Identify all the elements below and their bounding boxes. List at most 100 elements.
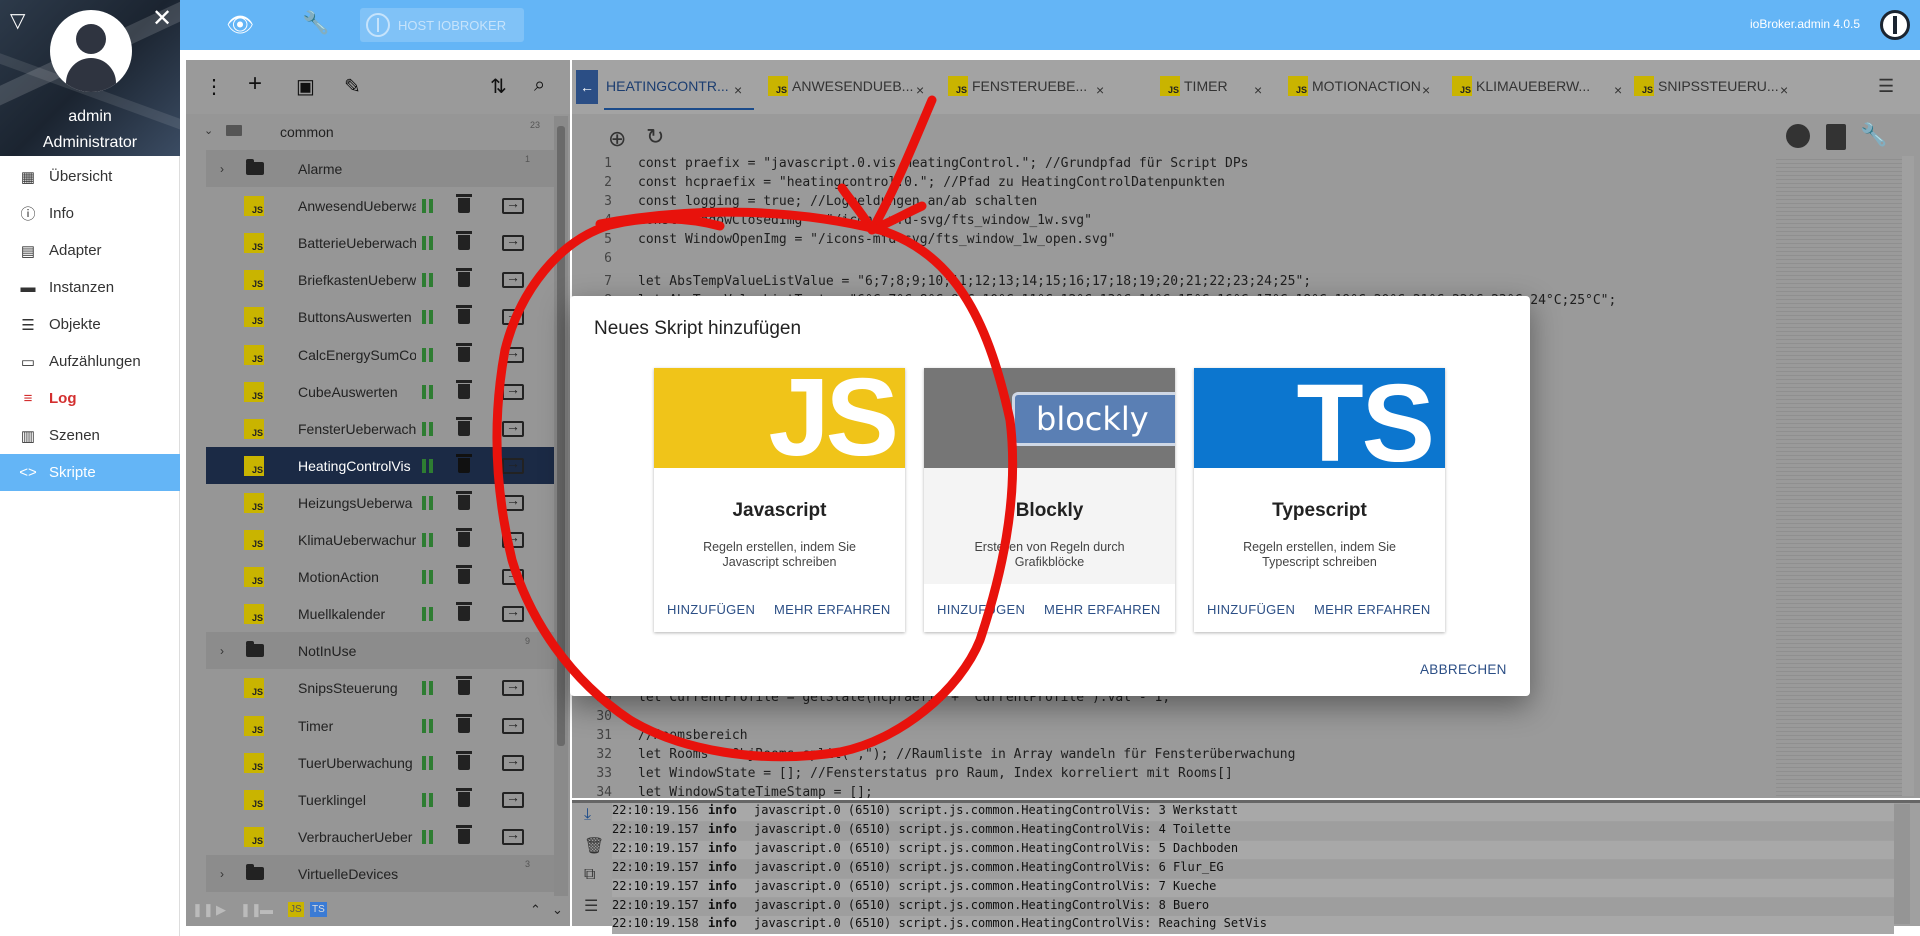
delete-icon[interactable]: [456, 380, 472, 399]
editor-tab[interactable]: HEATINGCONTR...: [606, 74, 729, 98]
tree-script-item[interactable]: JS TuerUberwachung: [206, 744, 554, 781]
editor-tab[interactable]: JS FENSTERUEBE...: [948, 74, 1087, 98]
delete-icon[interactable]: [456, 491, 472, 510]
reload-icon[interactable]: ↻: [646, 124, 664, 150]
tree-scrollbar[interactable]: [554, 116, 568, 896]
pause-script-icon[interactable]: [422, 792, 434, 807]
export-icon[interactable]: [502, 826, 524, 845]
export-icon[interactable]: [502, 418, 524, 437]
delete-icon[interactable]: [456, 602, 472, 621]
editor-tab[interactable]: JS SNIPSSTEUERU...: [1634, 74, 1779, 98]
export-icon[interactable]: [502, 715, 524, 734]
pause-script-icon[interactable]: [422, 718, 434, 733]
delete-icon[interactable]: 🗑: [584, 836, 604, 856]
pause-icon[interactable]: ❚❚: [192, 902, 214, 918]
tree-folder[interactable]: › Alarme 1: [206, 150, 554, 187]
clipboard-icon[interactable]: [1826, 124, 1846, 150]
delete-icon[interactable]: [456, 343, 472, 362]
add-typescript-button[interactable]: HINZUFÜGEN: [1207, 602, 1295, 617]
nav-item-objects[interactable]: ☰ Objekte: [0, 306, 180, 343]
tree-folder[interactable]: › NotInUse 9: [206, 632, 554, 669]
copy-icon[interactable]: ⧉: [584, 866, 595, 884]
tree-script-item[interactable]: JS VerbraucherUeber: [206, 818, 554, 855]
tree-script-item[interactable]: JS BatterieUeberwach: [206, 224, 554, 261]
scroll-down-icon[interactable]: ⤓: [584, 806, 591, 824]
pause-script-icon[interactable]: [422, 272, 434, 287]
ts-filter-badge[interactable]: TS: [310, 902, 327, 917]
export-icon[interactable]: [502, 529, 524, 548]
delete-icon[interactable]: [456, 454, 472, 473]
pause-script-icon[interactable]: [422, 569, 434, 584]
pause-script-icon[interactable]: [422, 680, 434, 695]
delete-icon[interactable]: [456, 714, 472, 733]
wrench-icon[interactable]: 🔧: [1860, 122, 1887, 148]
pause-script-icon[interactable]: [422, 755, 434, 770]
close-tab-icon[interactable]: ×: [1780, 78, 1788, 102]
close-drawer-icon[interactable]: ✕: [152, 4, 172, 33]
log-scrollbar[interactable]: [1894, 804, 1910, 924]
export-icon[interactable]: [502, 752, 524, 771]
editor-tab[interactable]: JS ANWESENDUEB...: [768, 74, 913, 98]
export-icon[interactable]: [502, 677, 524, 696]
eye-icon[interactable]: 👁: [226, 12, 254, 38]
pause-script-icon[interactable]: [422, 235, 434, 250]
tree-script-item[interactable]: JS KlimaUeberwachur: [206, 521, 554, 558]
editor-tab[interactable]: JS MOTIONACTION: [1288, 74, 1421, 98]
close-tab-icon[interactable]: ×: [734, 78, 742, 102]
delete-icon[interactable]: [456, 417, 472, 436]
tree-script-item[interactable]: JS MotionAction: [206, 558, 554, 595]
pause-script-icon[interactable]: [422, 198, 434, 213]
add-javascript-button[interactable]: HINZUFÜGEN: [667, 602, 755, 617]
wrench-icon[interactable]: 🔧: [302, 10, 329, 36]
pause-script-icon[interactable]: [422, 384, 434, 399]
delete-icon[interactable]: [456, 231, 472, 250]
pause-icon[interactable]: ❚❚: [240, 902, 262, 918]
editor-scrollbar[interactable]: [1902, 156, 1914, 796]
tree-root-common[interactable]: ⌄ common 23: [200, 116, 554, 148]
delete-icon[interactable]: [456, 305, 472, 324]
add-icon[interactable]: +: [248, 70, 262, 98]
delete-icon[interactable]: [456, 788, 472, 807]
editor-tab[interactable]: JS KLIMAUEBERW...: [1452, 74, 1590, 98]
js-filter-badge[interactable]: JS: [288, 902, 304, 917]
export-icon[interactable]: [502, 381, 524, 400]
add-blockly-button[interactable]: HINZUFÜGEN: [937, 602, 1025, 617]
close-tab-icon[interactable]: ×: [1254, 78, 1262, 102]
pause-script-icon[interactable]: [422, 606, 434, 621]
delete-icon[interactable]: [456, 751, 472, 770]
pause-script-icon[interactable]: [422, 458, 434, 473]
pause-script-icon[interactable]: [422, 309, 434, 324]
host-selector[interactable]: HOST IOBROKER: [360, 8, 524, 42]
nav-item-info[interactable]: ⓘ Info: [0, 195, 180, 232]
expand-icon[interactable]: ⌄: [552, 902, 563, 918]
add-folder-icon[interactable]: ▣: [296, 74, 315, 99]
tree-script-item[interactable]: JS AnwesendUeberwa: [206, 187, 554, 224]
export-icon[interactable]: [502, 232, 524, 251]
delete-icon[interactable]: [456, 825, 472, 844]
nav-item-adapter[interactable]: ▤ Adapter: [0, 232, 180, 269]
code-minimap[interactable]: [1776, 156, 1902, 796]
tree-script-item[interactable]: JS FensterUeberwach: [206, 410, 554, 447]
export-icon[interactable]: [502, 492, 524, 511]
tab-scroll-left-icon[interactable]: ←: [576, 70, 598, 104]
delete-icon[interactable]: [456, 194, 472, 213]
close-tab-icon[interactable]: ×: [1096, 78, 1104, 102]
nav-item-overview[interactable]: ▦ Übersicht: [0, 158, 180, 195]
export-icon[interactable]: [502, 455, 524, 474]
pause-script-icon[interactable]: [422, 421, 434, 436]
delete-icon[interactable]: [456, 268, 472, 287]
export-icon[interactable]: [502, 566, 524, 585]
export-icon[interactable]: [502, 603, 524, 622]
cancel-button[interactable]: ABBRECHEN: [1420, 662, 1507, 677]
tree-script-item[interactable]: JS CubeAuswerten: [206, 373, 554, 410]
delete-icon[interactable]: [456, 676, 472, 695]
close-tab-icon[interactable]: ×: [916, 78, 924, 102]
collapse-icon[interactable]: ⌃: [530, 902, 541, 918]
nav-item-scenes[interactable]: ▥ Szenen: [0, 417, 180, 454]
close-tab-icon[interactable]: ×: [1422, 78, 1430, 102]
pause-script-icon[interactable]: [422, 532, 434, 547]
target-icon[interactable]: ⊕: [608, 126, 626, 152]
nav-item-enums[interactable]: ▭ Aufzählungen: [0, 343, 180, 380]
edit-icon[interactable]: ✎: [344, 74, 361, 99]
nav-item-log[interactable]: ≡ Log: [0, 380, 180, 417]
